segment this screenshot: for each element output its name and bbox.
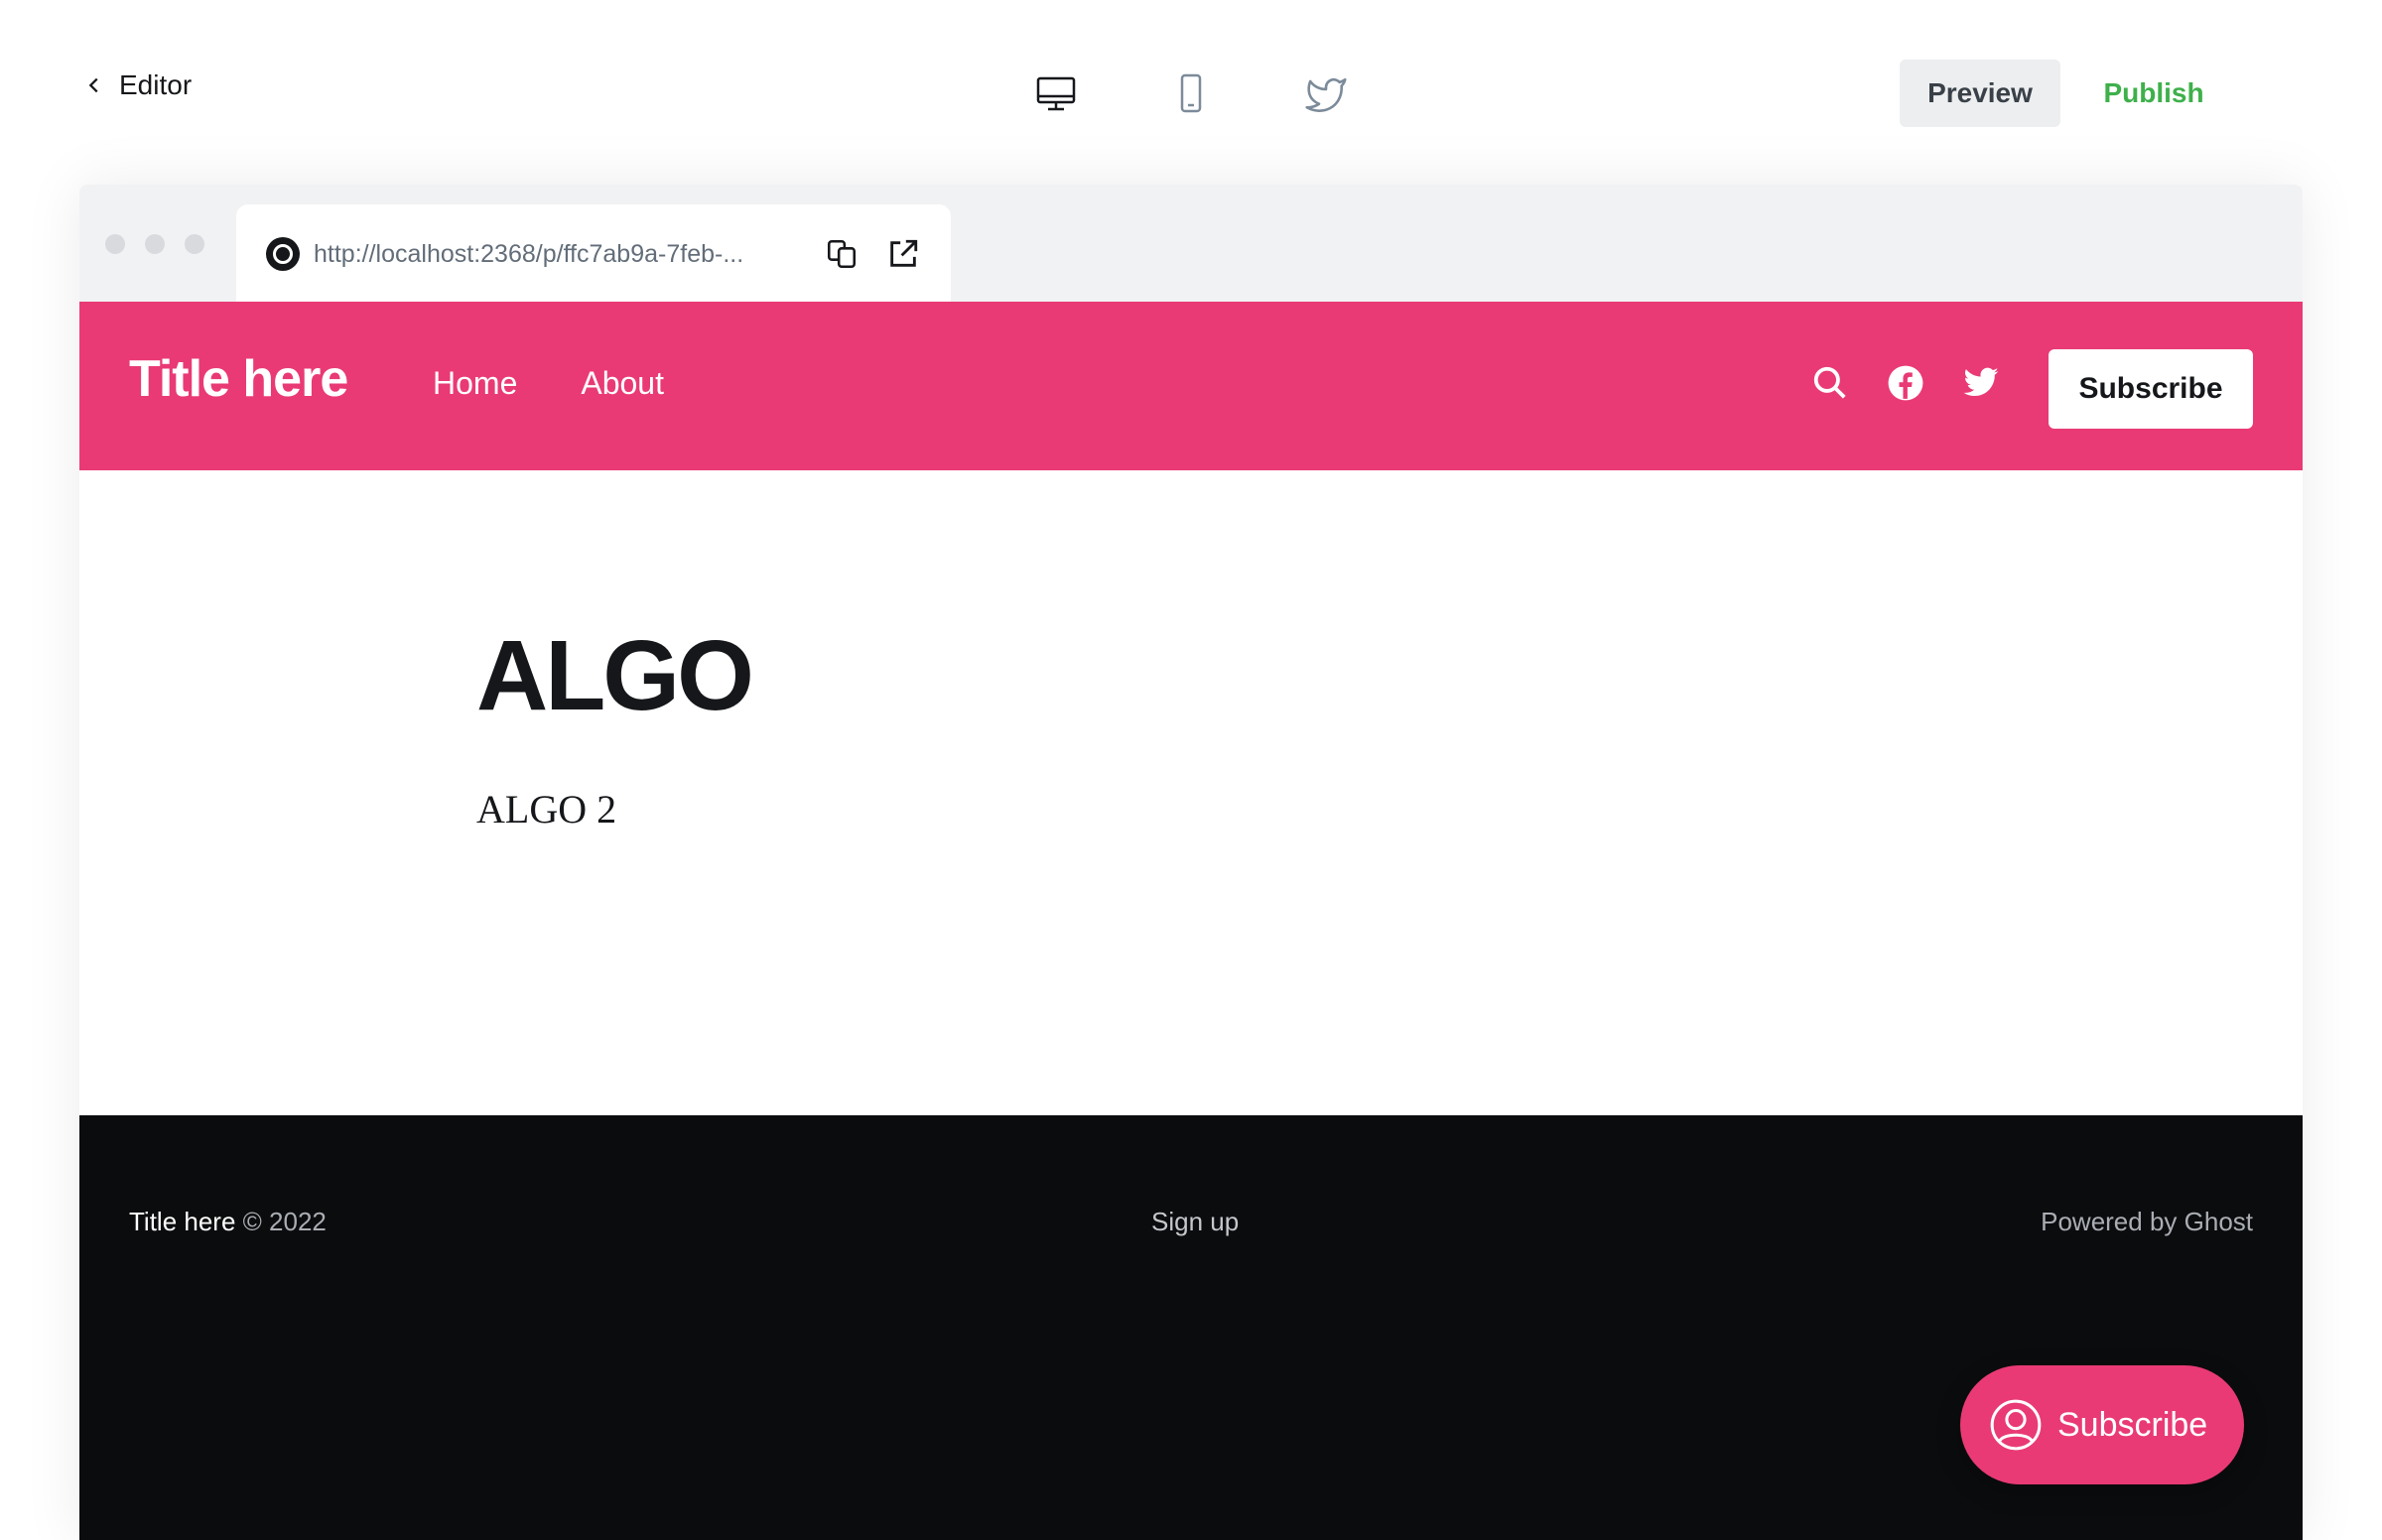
post-title: ALGO — [476, 620, 754, 731]
chevron-left-icon — [88, 77, 98, 93]
mobile-preview-button[interactable] — [1169, 71, 1213, 115]
copy-icon — [827, 239, 857, 269]
window-dot — [185, 234, 204, 254]
facebook-link[interactable] — [1884, 361, 1927, 405]
url-text[interactable]: http://localhost:2368/p/ffc7ab9a-7feb-..… — [314, 240, 800, 269]
external-link-icon — [890, 239, 918, 267]
open-external-button[interactable] — [883, 234, 923, 274]
window-dots — [105, 234, 204, 254]
desktop-icon — [1036, 76, 1076, 111]
window-dot — [105, 234, 125, 254]
post-body: ALGO 2 — [476, 787, 617, 832]
twitter-preview-button[interactable] — [1304, 73, 1348, 117]
preview-button[interactable]: Preview — [1900, 60, 2060, 127]
mobile-icon — [1180, 73, 1202, 113]
back-to-editor-button[interactable]: Editor — [83, 69, 192, 101]
site-header: Title here Home About Subscribe — [79, 302, 2303, 470]
footer-copyright: Title here © 2022 — [129, 1207, 327, 1237]
nav-item-home[interactable]: Home — [433, 365, 517, 402]
footer-copyright-year: © 2022 — [242, 1207, 327, 1236]
browser-chrome: http://localhost:2368/p/ffc7ab9a-7feb-..… — [79, 185, 2303, 304]
portal-subscribe-label: Subscribe — [2057, 1405, 2208, 1444]
twitter-icon — [1963, 367, 1999, 396]
twitter-link[interactable] — [1959, 361, 2003, 405]
back-label: Editor — [119, 69, 193, 100]
site-nav: Home About — [433, 365, 664, 402]
powered-by-ghost-link[interactable]: Powered by Ghost — [2041, 1207, 2253, 1237]
user-avatar-icon — [1990, 1399, 2042, 1451]
copy-url-button[interactable] — [822, 234, 861, 274]
search-icon — [1813, 366, 1846, 399]
preview-toolbar: Editor Preview Publish — [0, 0, 2382, 185]
footer-signup-link[interactable]: Sign up — [1151, 1207, 1239, 1237]
browser-preview-frame: http://localhost:2368/p/ffc7ab9a-7feb-..… — [79, 185, 2303, 1540]
twitter-icon — [1305, 77, 1347, 112]
portal-subscribe-button[interactable]: Subscribe — [1960, 1365, 2244, 1484]
site-footer: Title here © 2022 Sign up Powered by Gho… — [79, 1115, 2303, 1540]
desktop-preview-button[interactable] — [1034, 71, 1078, 115]
nav-item-about[interactable]: About — [581, 365, 664, 402]
publish-button[interactable]: Publish — [2080, 60, 2227, 127]
url-tab: http://localhost:2368/p/ffc7ab9a-7feb-..… — [236, 204, 951, 304]
post-content: ALGO ALGO 2 — [79, 470, 2303, 1115]
facebook-icon — [1888, 365, 1923, 401]
footer-site-title[interactable]: Title here — [129, 1207, 235, 1236]
subscribe-button[interactable]: Subscribe — [2049, 349, 2253, 429]
site-title[interactable]: Title here — [129, 349, 348, 409]
search-button[interactable] — [1808, 361, 1852, 405]
window-dot — [145, 234, 165, 254]
ghost-logo-icon — [266, 237, 300, 271]
